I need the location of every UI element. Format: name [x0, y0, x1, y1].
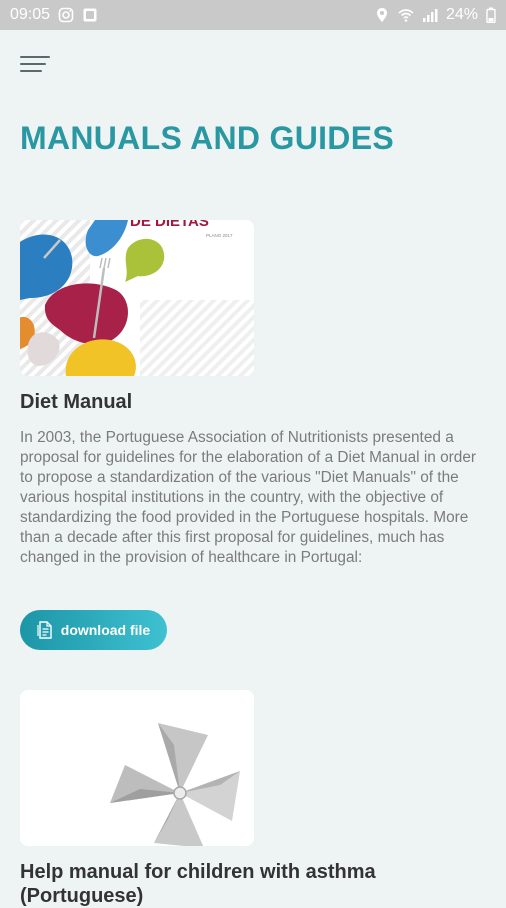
- diet-manual-cover-image[interactable]: DE DIETAS PLANO 2017: [20, 220, 254, 376]
- photo-icon: [83, 8, 97, 22]
- status-bar: 09:05 24%: [0, 0, 506, 30]
- battery-icon: [486, 7, 496, 23]
- location-icon: [376, 8, 387, 22]
- diet-manual-cover-illustration: DE DIETAS PLANO 2017: [20, 220, 254, 376]
- status-time: 09:05: [10, 6, 51, 23]
- wifi-icon: [398, 9, 414, 22]
- status-left: 09:05: [10, 6, 98, 24]
- asthma-manual-cover-image[interactable]: [20, 690, 254, 846]
- download-file-button[interactable]: download file: [20, 610, 167, 650]
- pinwheel-illustration: [20, 690, 254, 846]
- asthma-manual-title: Help manual for children with asthma (Po…: [20, 861, 376, 907]
- status-right: 24%: [374, 6, 496, 24]
- svg-text:PLANO 2017: PLANO 2017: [206, 233, 233, 238]
- diet-manual-title: Diet Manual: [20, 391, 133, 413]
- instagram-icon: [58, 7, 74, 23]
- hamburger-menu-icon[interactable]: [20, 54, 50, 76]
- battery-percent: 24%: [445, 6, 478, 23]
- diet-manual-description: In 2003, the Portuguese Association of N…: [20, 429, 477, 566]
- download-file-label: download file: [60, 622, 151, 638]
- signal-icon: [422, 9, 438, 22]
- file-icon: [37, 621, 52, 639]
- page-title: MANUALS AND GUIDES: [20, 120, 394, 156]
- cover-title-text: DE DIETAS: [130, 220, 209, 230]
